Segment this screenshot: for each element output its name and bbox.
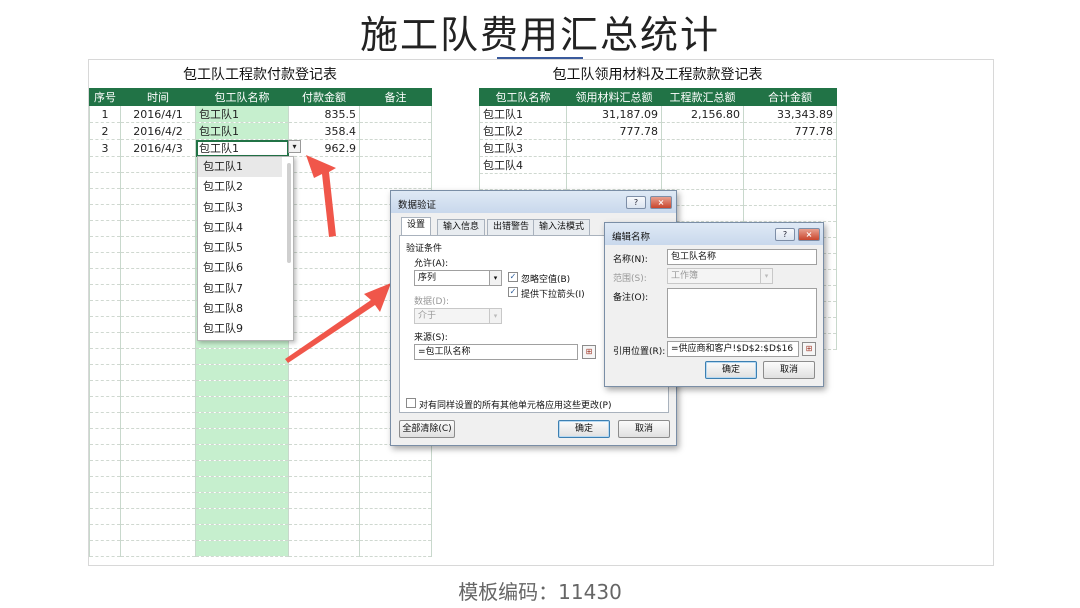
ignore-blank-checkbox[interactable]: ✓	[508, 272, 518, 282]
chevron-down-icon: ▾	[489, 309, 501, 323]
apply-all-checkbox[interactable]	[406, 398, 416, 408]
dialog-title: 数据验证	[398, 200, 437, 211]
arrow-up-icon	[306, 155, 336, 237]
tab-ime-mode[interactable]: 输入法模式	[533, 219, 591, 235]
ref-picker-icon[interactable]: ⊞	[582, 345, 596, 359]
dialog-titlebar[interactable]: 数据验证 ? ×	[391, 191, 676, 213]
allow-label: 允许(A):	[414, 259, 449, 269]
apply-all-label: 对有同样设置的所有其他单元格应用这些更改(P)	[419, 401, 612, 411]
ok-button[interactable]: 确定	[558, 420, 610, 438]
arrow-right-icon	[285, 283, 391, 363]
help-button[interactable]: ?	[626, 196, 646, 209]
comment-label: 备注(O):	[613, 293, 649, 303]
clear-all-button[interactable]: 全部清除(C)	[399, 420, 455, 438]
ref-label: 引用位置(R):	[613, 347, 666, 357]
close-button[interactable]: ×	[798, 228, 820, 241]
chevron-down-icon: ▾	[489, 271, 501, 285]
allow-select[interactable]: 序列 ▾	[414, 270, 502, 286]
data-label: 数据(D):	[414, 297, 449, 307]
source-label: 来源(S):	[414, 333, 448, 343]
help-button[interactable]: ?	[775, 228, 795, 241]
criteria-group-label: 验证条件	[406, 244, 443, 254]
ok-button[interactable]: 确定	[705, 361, 757, 379]
tab-settings[interactable]: 设置	[401, 217, 432, 235]
cancel-button[interactable]: 取消	[618, 420, 670, 438]
cancel-button[interactable]: 取消	[763, 361, 815, 379]
ref-picker-icon[interactable]: ⊞	[802, 342, 816, 356]
scope-label: 范围(S):	[613, 274, 647, 284]
source-input[interactable]: =包工队名称	[414, 344, 578, 360]
tab-error-alert[interactable]: 出错警告	[487, 219, 536, 235]
edit-name-dialog[interactable]: 编辑名称 ? × 名称(N): 包工队名称 范围(S): 工作簿 ▾ 备注(O)…	[604, 222, 824, 387]
scope-select[interactable]: 工作簿 ▾	[667, 268, 773, 284]
name-label: 名称(N):	[613, 255, 648, 265]
comment-textarea[interactable]	[667, 288, 817, 338]
ref-input[interactable]: =供应商和客户!$D$2:$D$16	[667, 341, 799, 357]
name-input[interactable]: 包工队名称	[667, 249, 817, 265]
dropdown-arrow-checkbox[interactable]: ✓	[508, 287, 518, 297]
data-select[interactable]: 介于 ▾	[414, 308, 502, 324]
dropdown-arrow-label: 提供下拉箭头(I)	[521, 290, 585, 300]
tab-input-message[interactable]: 输入信息	[437, 219, 486, 235]
template-code: 模板编码：11430	[458, 580, 622, 604]
dialog-titlebar[interactable]: 编辑名称 ? ×	[605, 223, 823, 245]
chevron-down-icon: ▾	[760, 269, 772, 283]
close-button[interactable]: ×	[650, 196, 672, 209]
ignore-blank-label: 忽略空值(B)	[521, 275, 571, 285]
dialog-title: 编辑名称	[612, 232, 651, 243]
